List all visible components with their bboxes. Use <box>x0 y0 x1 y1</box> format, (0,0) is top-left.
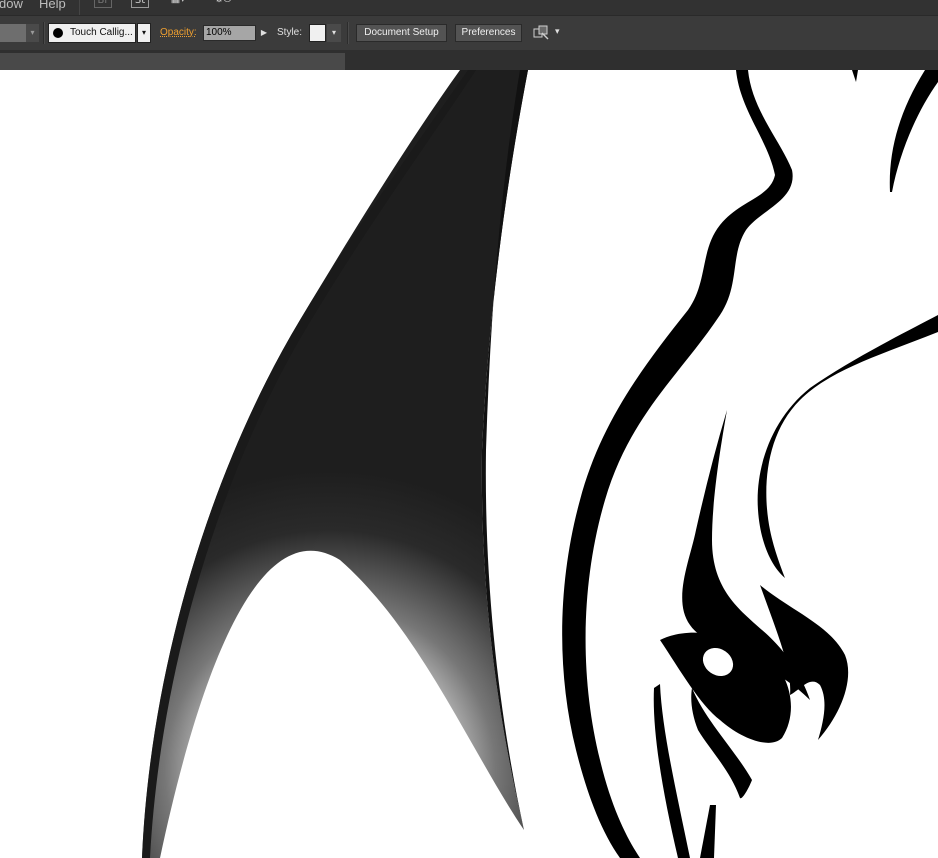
menu-help[interactable]: Help <box>39 0 66 11</box>
brush-dropdown-arrow[interactable]: ▾ <box>137 23 151 43</box>
calligraphic-blade-shape[interactable] <box>142 70 528 858</box>
top-tick-stroke <box>852 70 858 82</box>
document-setup-button[interactable]: Document Setup <box>356 24 447 42</box>
chin-stroke[interactable] <box>653 684 690 858</box>
control-separator <box>43 22 45 44</box>
style-label: Style: <box>277 27 303 38</box>
document-tab[interactable] <box>0 53 345 70</box>
opacity-label[interactable]: Opacity: <box>160 27 197 38</box>
control-separator <box>347 22 349 44</box>
graphic-style-swatch[interactable] <box>309 24 326 42</box>
control-bar: ▾ Touch Callig... ▾ Opacity: 100% ▶ Styl… <box>0 15 938 50</box>
horn-curl-stroke[interactable] <box>889 70 938 192</box>
stroke-weight-dropdown[interactable]: ▾ <box>26 24 39 42</box>
bridge-icon[interactable]: Br <box>94 0 112 8</box>
beard-stroke <box>700 805 716 858</box>
menu-window[interactable]: dow <box>0 0 23 11</box>
artboard-canvas[interactable] <box>0 70 938 858</box>
document-tab-strip <box>0 50 938 70</box>
graphic-style-dropdown[interactable]: ▾ <box>327 24 341 42</box>
arrange-documents-icon[interactable]: ▦▾ <box>169 0 187 6</box>
brow-sweep-stroke[interactable] <box>757 315 938 578</box>
isolate-selected-object-icon[interactable] <box>533 25 549 41</box>
preferences-button[interactable]: Preferences <box>455 24 522 42</box>
artwork[interactable] <box>0 70 938 858</box>
menu-separator <box>79 0 80 15</box>
brush-definition-select[interactable]: Touch Callig... <box>48 23 136 43</box>
opacity-input[interactable]: 100% <box>203 25 256 41</box>
menu-bar: dow Help Br St ▦▾ ⚙⏻ <box>0 0 938 15</box>
opacity-slider-arrow[interactable]: ▶ <box>258 25 270 41</box>
isolate-dropdown-arrow[interactable]: ▾ <box>555 26 560 37</box>
brush-dot-icon <box>53 28 63 38</box>
stock-icon[interactable]: St <box>131 0 149 8</box>
stroke-weight-field[interactable] <box>0 24 26 42</box>
gpu-performance-icon[interactable]: ⚙⏻ <box>212 0 234 6</box>
brush-name: Touch Callig... <box>70 27 133 38</box>
